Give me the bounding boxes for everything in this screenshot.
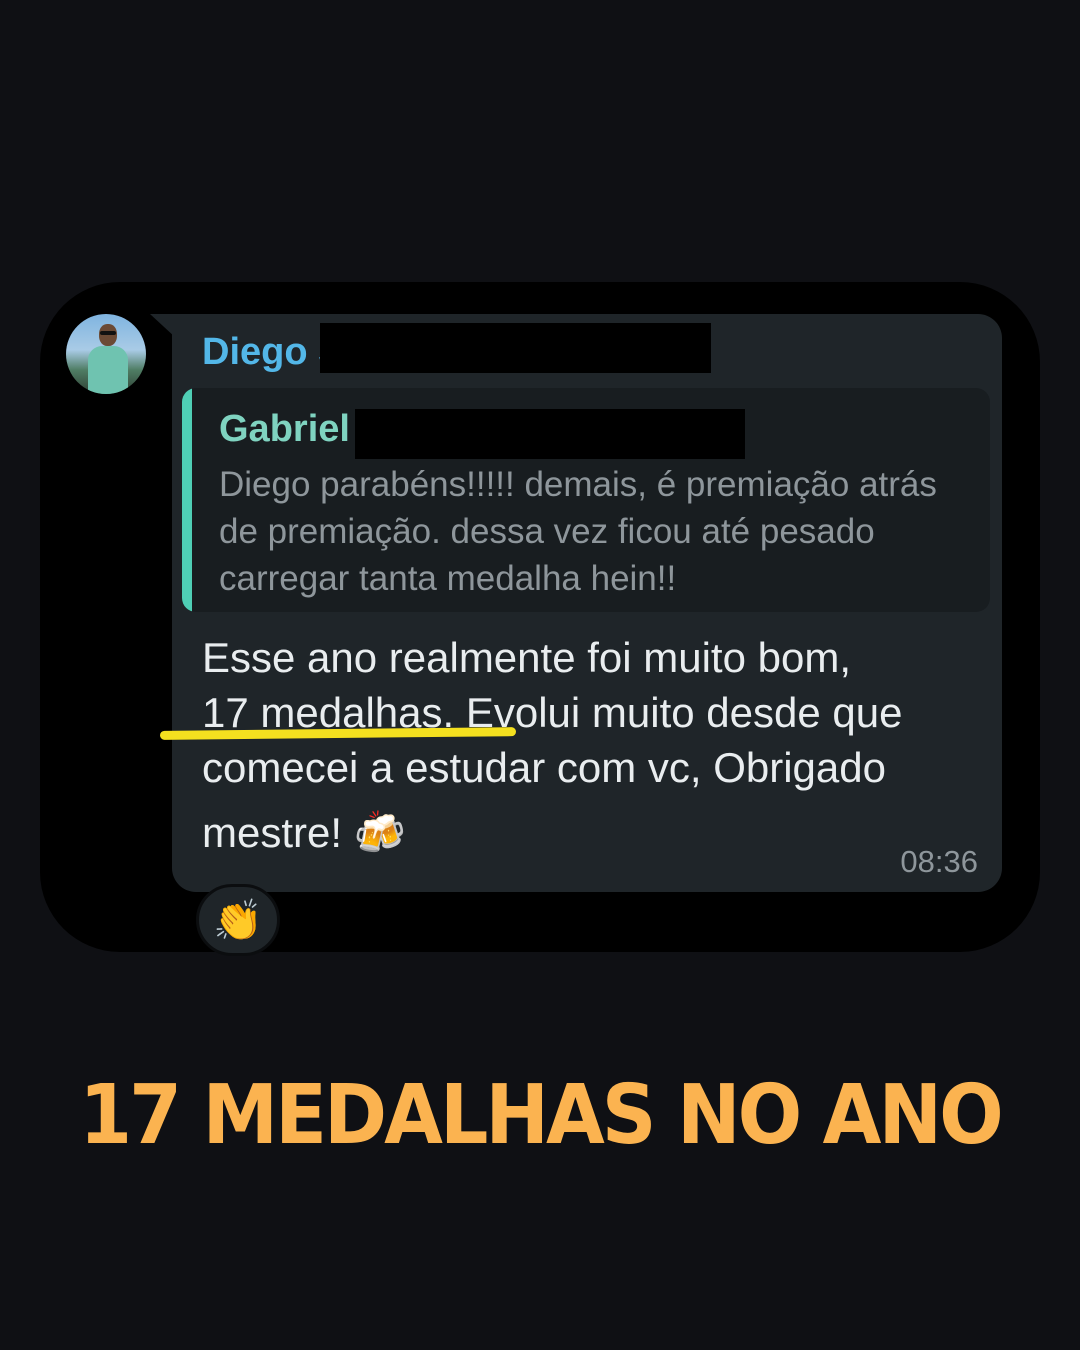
message-bubble[interactable]: Diego S Gabriel Diego parabéns!!!!! dema… xyxy=(172,314,1002,892)
redaction-sender xyxy=(320,323,711,373)
quoted-text: Diego parabéns!!!!! demais, é premiação … xyxy=(219,465,937,598)
reaction-badge[interactable]: 👏 xyxy=(196,884,280,956)
quoted-message[interactable]: Gabriel Diego parabéns!!!!! demais, é pr… xyxy=(182,388,990,612)
clapping-hands-icon: 👏 xyxy=(213,898,263,944)
avatar-head xyxy=(99,324,117,346)
message-line-1: Esse ano realmente foi muito bom, xyxy=(202,634,851,681)
quoted-author: Gabriel xyxy=(219,408,350,450)
avatar-body xyxy=(88,346,128,394)
message-timestamp: 08:36 xyxy=(900,844,978,879)
message-line-3: comecei a estudar com vc, Obrigado xyxy=(202,744,886,791)
message-text: Esse ano realmente foi muito bom, 17 med… xyxy=(202,630,992,860)
beer-mugs-icon: 🍻 xyxy=(353,808,406,857)
headline: 17 MEDALHAS NO ANO xyxy=(79,1066,1003,1163)
quote-bar xyxy=(182,388,192,612)
message-line-4-text: mestre! xyxy=(202,809,343,856)
avatar-glasses xyxy=(100,331,116,335)
redaction-quoted-author xyxy=(355,409,745,459)
message-line-4: mestre! 🍻 xyxy=(202,805,992,860)
avatar[interactable] xyxy=(66,314,146,394)
